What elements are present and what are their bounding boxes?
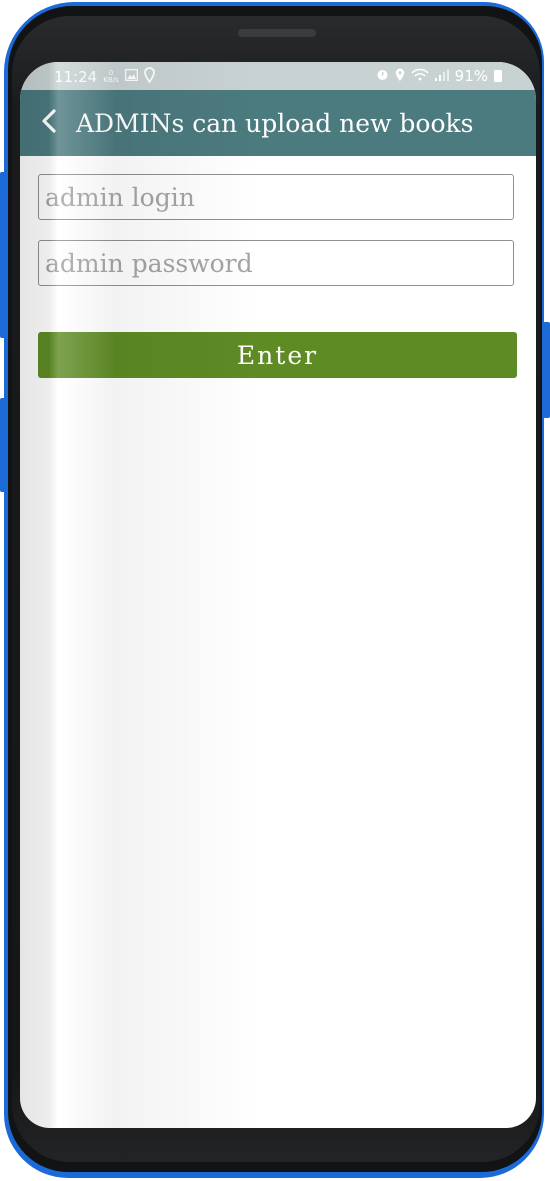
location-pin-icon [143,67,155,86]
battery-percent: 91% [454,67,488,85]
status-bar: 11:24 0 KB/s 91% [20,62,536,92]
power-button [543,322,550,418]
earpiece-speaker [238,29,316,37]
back-button[interactable] [20,90,78,156]
bixby-button [0,398,8,492]
volume-button [0,172,8,338]
screen: 11:24 0 KB/s 91% ADMINs can upload new b… [20,62,536,1128]
gallery-icon [124,68,138,84]
app-bar: ADMINs can upload new books [20,90,536,156]
chevron-left-icon [41,108,57,138]
page-title: ADMINs can upload new books [76,108,474,138]
wifi-icon [411,68,429,84]
enter-button[interactable]: Enter [38,332,517,378]
status-time: 11:24 [54,67,98,86]
alarm-icon [376,68,389,84]
network-speed-unit: KB/s [103,75,119,84]
screen-glare [20,62,260,1128]
network-speed-indicator: 0 KB/s [103,69,119,84]
signal-icon [434,68,449,84]
admin-password-input[interactable] [38,240,514,286]
admin-login-input[interactable] [38,174,514,220]
location-icon [395,68,405,85]
battery-icon [494,70,502,82]
